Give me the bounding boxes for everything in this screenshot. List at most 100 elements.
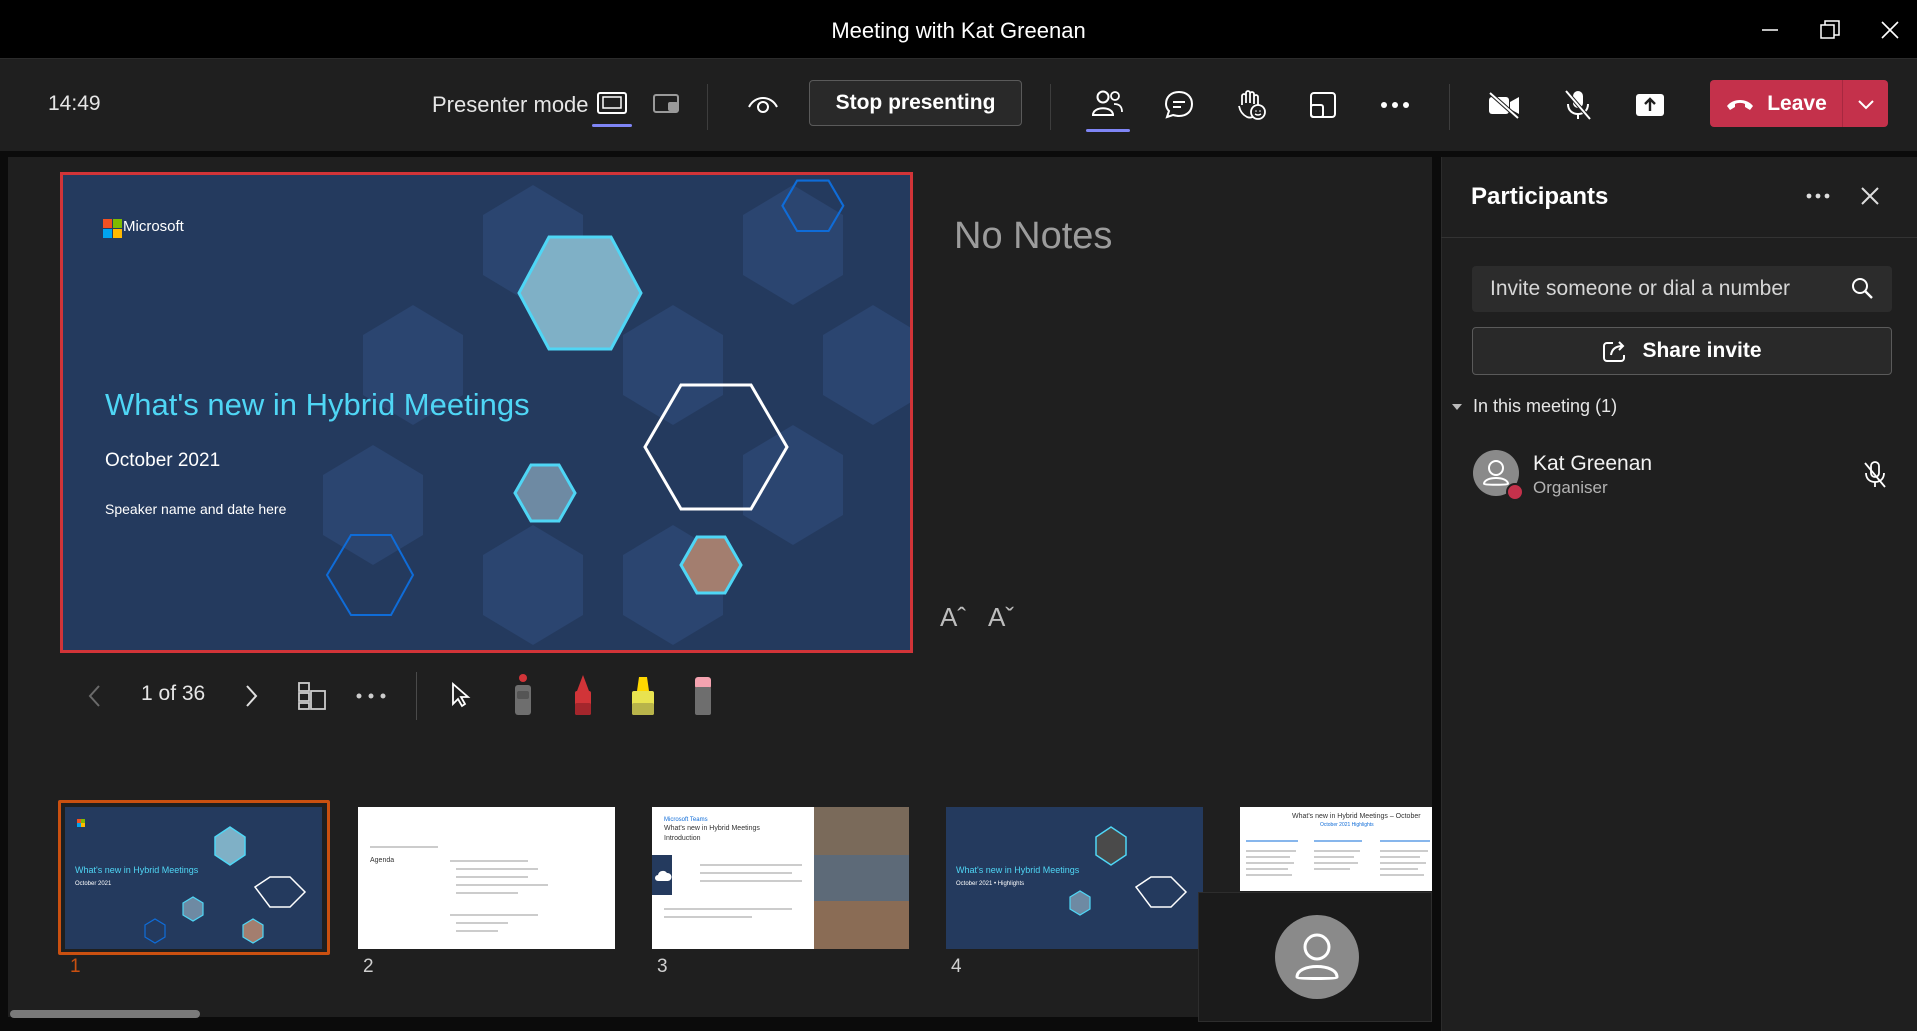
slide-thumbnail-3[interactable]: Microsoft Teams What's new in Hybrid Mee… — [652, 807, 909, 949]
chevron-down-icon — [1857, 99, 1874, 109]
view-button[interactable] — [1304, 86, 1342, 124]
slide-page-counter: 1 of 36 — [141, 682, 206, 705]
pen-tool-button[interactable] — [566, 672, 600, 718]
thumbnail-subtitle: October 2021 — [75, 881, 112, 887]
panel-more-options-button[interactable] — [1800, 182, 1836, 210]
leave-button-group: Leave — [1710, 80, 1888, 127]
view-layout-icon — [1310, 92, 1336, 118]
slide-thumbnail-1[interactable]: What's new in Hybrid Meetings October 20… — [65, 807, 322, 949]
more-actions-button[interactable] — [1376, 86, 1414, 124]
presenter-mode-standout-button[interactable] — [592, 86, 632, 122]
share-invite-button[interactable]: Share invite — [1472, 327, 1892, 375]
eye-icon — [748, 97, 778, 113]
camera-toggle-button[interactable] — [1484, 86, 1524, 124]
in-meeting-section-toggle[interactable]: In this meeting (1) — [1451, 396, 1617, 417]
self-video-preview — [1198, 892, 1432, 1022]
laser-pointer-icon — [515, 674, 531, 715]
pen-icon — [575, 675, 591, 715]
window-title: Meeting with Kat Greenan — [831, 18, 1086, 43]
user-avatar-icon — [1275, 915, 1359, 999]
search-icon — [1852, 278, 1873, 299]
increase-font-button[interactable]: Aˆ — [940, 602, 966, 633]
slide-speaker: Speaker name and date here — [105, 501, 287, 517]
toolbar-divider — [1050, 84, 1051, 130]
participant-mic-status — [1862, 460, 1888, 490]
presenter-mode-side-by-side-button[interactable] — [650, 88, 684, 120]
presenter-mode-active-indicator — [592, 124, 632, 127]
slide-thumbnail-number: 3 — [657, 956, 668, 977]
preview-eye-button[interactable] — [744, 86, 782, 124]
thumbnail-subtitle: October 2021 • Highlights — [956, 881, 1025, 887]
slide-thumbnail-number: 4 — [951, 956, 962, 977]
slide-more-options-button[interactable] — [352, 682, 390, 710]
people-icon — [1091, 90, 1123, 116]
thumbnail-text-lines — [370, 846, 548, 932]
thumbnail-scrollbar[interactable] — [10, 1010, 200, 1018]
microsoft-logo-icon — [103, 219, 122, 238]
participants-active-indicator — [1086, 129, 1130, 132]
thumbnail-title: What's new in Hybrid Meetings — [956, 865, 1080, 875]
highlighter-icon — [632, 677, 654, 715]
chat-button[interactable] — [1160, 86, 1198, 124]
chevron-right-icon — [246, 685, 258, 707]
share-tray-icon — [1636, 94, 1664, 116]
slide-thumbnail-number: 2 — [363, 956, 374, 977]
leave-button[interactable]: Leave — [1710, 80, 1842, 127]
next-slide-button[interactable] — [238, 680, 266, 712]
chevron-left-icon — [88, 685, 100, 707]
slide-thumbnail-5[interactable]: What's new in Hybrid Meetings – October … — [1240, 807, 1432, 891]
caret-down-icon — [1452, 403, 1462, 410]
decrease-font-button[interactable]: Aˇ — [988, 602, 1014, 633]
microphone-off-icon — [1864, 461, 1886, 488]
pointer-tool-button[interactable] — [446, 678, 476, 712]
eraser-tool-button[interactable] — [686, 672, 720, 718]
restore-icon — [1820, 20, 1840, 39]
panel-title: Participants — [1471, 183, 1609, 210]
slide-thumbnail-4[interactable]: What's new in Hybrid Meetings October 20… — [946, 807, 1203, 949]
leave-options-button[interactable] — [1843, 80, 1888, 127]
presence-busy-indicator — [1506, 483, 1524, 501]
participants-button[interactable] — [1088, 84, 1126, 122]
previous-slide-button[interactable] — [80, 680, 108, 712]
close-panel-button[interactable] — [1854, 180, 1886, 212]
presenter-mode-label: Presenter mode — [432, 92, 589, 117]
toolbar-divider — [1449, 84, 1450, 130]
cursor-arrow-icon — [452, 682, 471, 708]
close-icon — [1881, 21, 1899, 39]
side-by-side-icon — [653, 94, 679, 113]
thumbnail-artwork — [652, 807, 909, 949]
panel-divider — [1441, 237, 1917, 238]
ink-toolbar-divider — [416, 672, 417, 720]
leave-label: Leave — [1767, 91, 1827, 115]
section-label: In this meeting (1) — [1473, 396, 1618, 416]
microphone-toggle-button[interactable] — [1558, 86, 1598, 124]
reactions-button[interactable] — [1232, 86, 1270, 124]
camera-off-icon — [1488, 91, 1520, 120]
minimize-icon — [1762, 29, 1778, 31]
slide-date: October 2021 — [105, 450, 221, 471]
eraser-icon — [695, 677, 711, 715]
slide-sorter-icon — [298, 682, 326, 710]
slide-thumbnail-2[interactable]: Agenda — [358, 807, 615, 949]
close-window-button[interactable] — [1862, 8, 1917, 52]
hang-up-icon — [1727, 99, 1754, 110]
invite-search-input[interactable] — [1472, 266, 1892, 312]
participant-role: Organiser — [1533, 478, 1608, 497]
slide-grid-button[interactable] — [294, 678, 330, 714]
restore-button[interactable] — [1802, 8, 1858, 52]
slide-thumbnail-number: 1 — [70, 956, 81, 977]
slide-brand-text: Microsoft — [123, 218, 184, 235]
share-content-button[interactable] — [1630, 86, 1670, 124]
microphone-off-icon — [1564, 89, 1592, 121]
stop-presenting-button[interactable]: Stop presenting — [809, 80, 1022, 126]
close-icon — [1861, 187, 1879, 205]
minimize-button[interactable] — [1742, 8, 1798, 52]
more-icon — [1381, 102, 1409, 108]
laser-pointer-tool-button[interactable] — [506, 672, 540, 718]
participant-name[interactable]: Kat Greenan — [1533, 452, 1652, 476]
share-invite-label: Share invite — [1642, 339, 1762, 362]
search-button[interactable] — [1850, 276, 1874, 300]
thumbnail-artwork — [77, 819, 307, 944]
speaker-notes: No Notes — [954, 215, 1113, 257]
highlighter-tool-button[interactable] — [626, 672, 660, 718]
